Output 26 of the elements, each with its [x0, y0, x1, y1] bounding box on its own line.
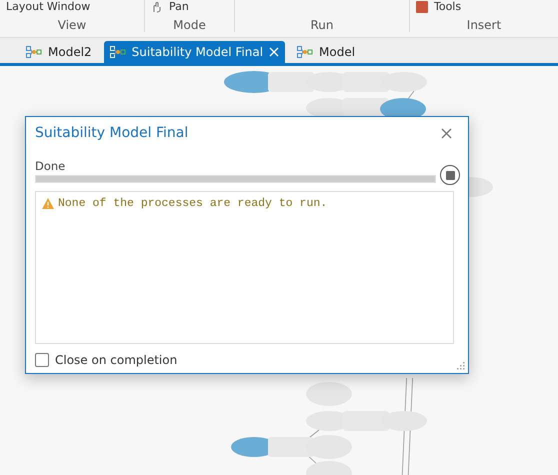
- close-button[interactable]: [439, 126, 454, 140]
- status-text: Done: [35, 159, 66, 173]
- resize-grip-icon[interactable]: [456, 361, 465, 370]
- model-icon: [26, 46, 42, 58]
- pan-button[interactable]: Pan: [169, 1, 189, 13]
- group-label: Run: [310, 18, 334, 32]
- checkbox-label: Close on completion: [55, 353, 178, 367]
- model-tab[interactable]: Model2: [20, 41, 98, 63]
- checkbox[interactable]: [35, 353, 49, 367]
- tools-button[interactable]: Tools: [434, 1, 462, 13]
- group-label: Mode: [173, 18, 206, 32]
- model-tab[interactable]: Model: [291, 41, 362, 63]
- close-icon[interactable]: [269, 47, 280, 57]
- model-icon: [110, 46, 126, 58]
- group-label: Insert: [466, 18, 502, 32]
- model-tab[interactable]: Suitability Model Final: [104, 41, 286, 63]
- hand-icon: [151, 1, 163, 13]
- warning-icon: [42, 198, 54, 209]
- layout-window-text[interactable]: Layout Window: [6, 1, 90, 13]
- group-label: View: [58, 18, 86, 32]
- toolbox-icon: [416, 1, 428, 13]
- dialog-title: Suitability Model Final: [35, 125, 188, 141]
- model-diagram-drawing: [469, 177, 493, 197]
- message-text: None of the processes are ready to run.: [58, 197, 328, 210]
- model-icon: [297, 46, 314, 58]
- stop-button[interactable]: [440, 165, 460, 185]
